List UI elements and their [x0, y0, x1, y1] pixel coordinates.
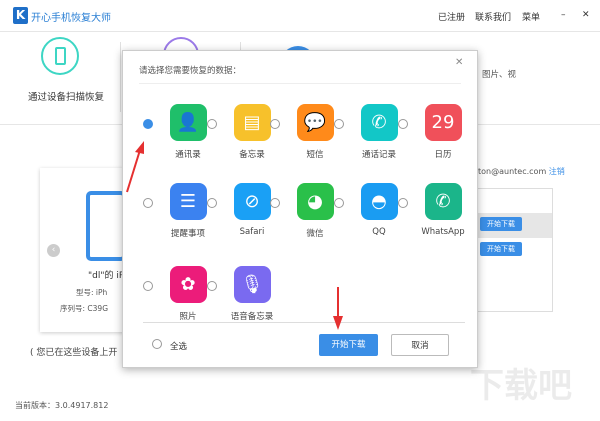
red-arrow-head — [135, 141, 144, 154]
annotation-arrows — [126, 141, 343, 330]
red-arrow-head — [333, 316, 343, 330]
red-arrow — [126, 149, 141, 193]
